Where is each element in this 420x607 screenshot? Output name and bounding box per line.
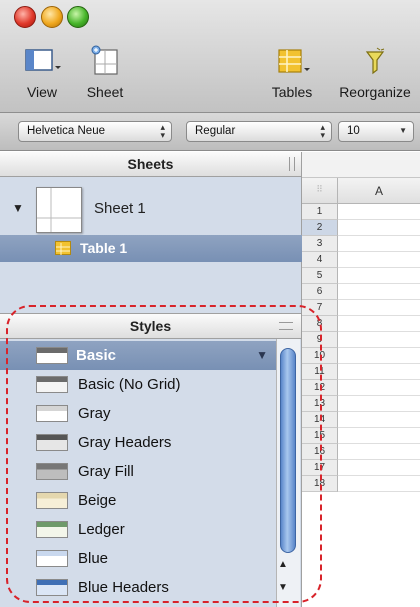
reorganize-icon (332, 44, 418, 82)
minimize-window-button[interactable] (41, 6, 63, 28)
table-cell[interactable] (338, 332, 420, 348)
table-icon (55, 241, 71, 255)
row-header[interactable]: 2 (302, 220, 338, 236)
row-header[interactable]: 3 (302, 236, 338, 252)
table-cell[interactable] (338, 428, 420, 444)
table-cell[interactable] (338, 316, 420, 332)
row-header[interactable]: 6 (302, 284, 338, 300)
table-cell[interactable] (338, 444, 420, 460)
reorganize-button-label: Reorganize (339, 84, 411, 100)
table-cell[interactable] (338, 204, 420, 220)
table-cell[interactable] (338, 220, 420, 236)
grid-top-strip (302, 152, 420, 178)
chevron-down-icon: ▼ (399, 126, 407, 135)
view-icon (20, 44, 64, 82)
table-cell[interactable] (338, 236, 420, 252)
table-cell[interactable] (338, 412, 420, 428)
table-cell[interactable] (338, 348, 420, 364)
sheets-panel-title: Sheets (127, 156, 174, 172)
disclosure-triangle-icon[interactable]: ▼ (12, 201, 24, 215)
row-header[interactable]: 5 (302, 268, 338, 284)
font-family-popup[interactable]: Helvetica Neue ▴ ▾ (18, 121, 172, 142)
table-item[interactable]: Table 1 (0, 235, 302, 262)
table-cell[interactable] (338, 284, 420, 300)
tables-button[interactable]: Tables (262, 44, 322, 100)
sheet-label: Sheet 1 (94, 200, 146, 217)
table-cell[interactable] (338, 380, 420, 396)
column-header-a[interactable]: A (338, 178, 420, 204)
updown-arrows-icon: ▴ ▾ (320, 122, 325, 140)
view-button[interactable]: View (20, 44, 64, 100)
window-toolbar: View Sheet Tables Reorganize (0, 0, 420, 113)
tables-icon (262, 44, 322, 82)
table-label: Table 1 (80, 240, 128, 256)
row-header[interactable]: 1 (302, 204, 338, 220)
updown-arrows-icon: ▴ ▾ (160, 122, 165, 140)
font-size-value: 10 (347, 125, 360, 137)
table-cell[interactable] (338, 300, 420, 316)
sheets-panel-header: Sheets (0, 152, 302, 177)
sheet-button-label: Sheet (86, 84, 124, 100)
sheet-thumbnail-icon (36, 187, 82, 233)
font-style-value: Regular (195, 125, 236, 137)
sheet-item[interactable]: ▼ Sheet 1 (0, 185, 302, 235)
reorganize-button[interactable]: Reorganize (332, 44, 418, 100)
font-size-combo[interactable]: 10 ▼ (338, 121, 414, 142)
table-cell[interactable] (338, 268, 420, 284)
select-all-corner[interactable]: ⠿ (302, 178, 338, 204)
table-cell[interactable] (338, 396, 420, 412)
format-bar: Helvetica Neue ▴ ▾ Regular ▴ ▾ 10 ▼ (0, 113, 420, 151)
table-cell[interactable] (338, 476, 420, 492)
font-style-popup[interactable]: Regular ▴ ▾ (186, 121, 332, 142)
resize-grip-icon[interactable] (289, 157, 295, 171)
zoom-window-button[interactable] (67, 6, 89, 28)
table-cell[interactable] (338, 460, 420, 476)
row-header[interactable]: 4 (302, 252, 338, 268)
table-cell[interactable] (338, 364, 420, 380)
sheets-list: ▼ Sheet 1 Table 1 (0, 177, 302, 313)
view-button-label: View (26, 84, 58, 100)
font-family-value: Helvetica Neue (27, 125, 105, 137)
tables-button-label: Tables (271, 84, 313, 100)
table-cell[interactable] (338, 252, 420, 268)
column-header-row: ⠿ A (302, 178, 420, 204)
close-window-button[interactable] (14, 6, 36, 28)
sheet-button[interactable]: Sheet (80, 44, 130, 100)
sheet-icon (80, 44, 130, 82)
styles-highlight-outline (6, 305, 322, 603)
